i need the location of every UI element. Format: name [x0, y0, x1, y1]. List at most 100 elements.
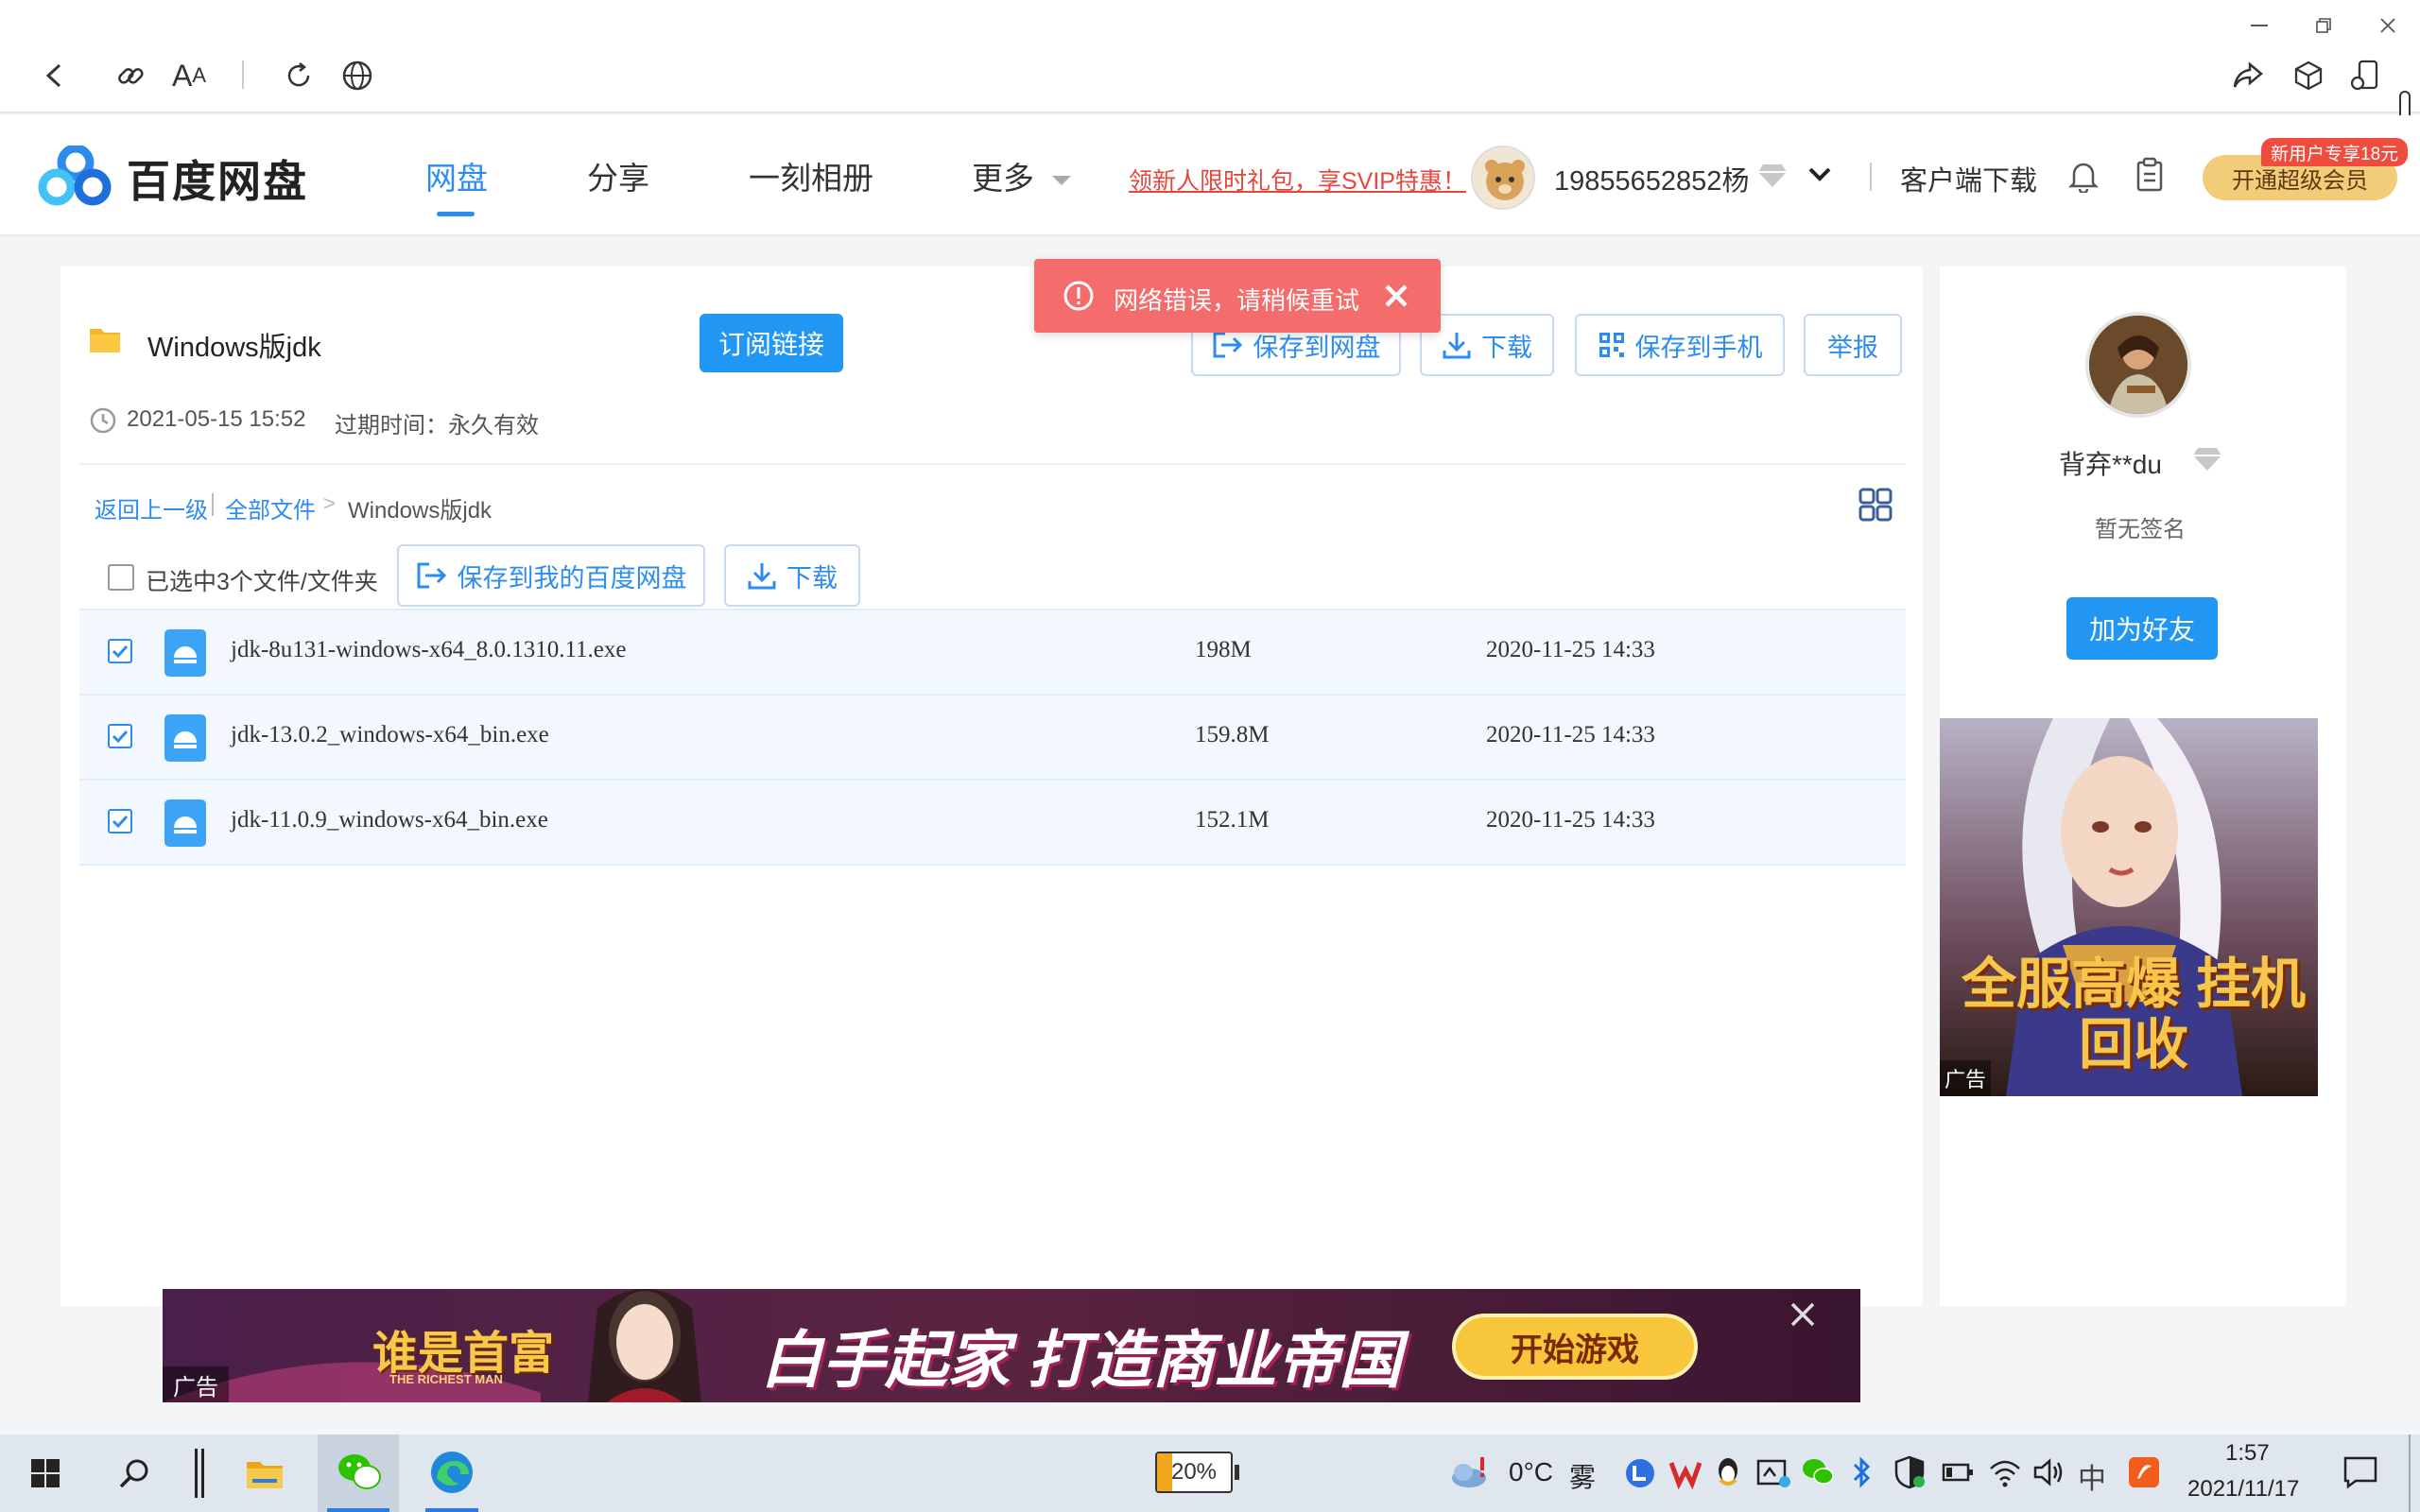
volume-icon[interactable]	[2032, 1457, 2065, 1487]
device-icon[interactable]	[2339, 49, 2392, 102]
close-icon[interactable]	[1384, 284, 1409, 308]
active-app-indicator	[327, 1508, 389, 1512]
user-avatar[interactable]	[1471, 146, 1535, 210]
search-icon[interactable]	[108, 1435, 161, 1512]
report-button[interactable]: 举报	[1804, 314, 1902, 376]
table-row[interactable]: jdk-11.0.9_windows-x64_bin.exe 152.1M 20…	[79, 781, 1906, 866]
clock-icon	[89, 406, 117, 435]
link-icon[interactable]	[104, 49, 157, 102]
refresh-icon[interactable]	[272, 49, 325, 102]
chevron-down-icon[interactable]	[1051, 174, 1072, 187]
weather-text[interactable]: 雾	[1569, 1457, 1596, 1495]
side-ad[interactable]: 全服高爆 挂机回收 广告	[1940, 718, 2318, 1096]
minimize-icon[interactable]	[2231, 2, 2288, 49]
cube-icon[interactable]	[2282, 49, 2335, 102]
save-to-my-pan-label: 保存到我的百度网盘	[457, 563, 687, 593]
browser-tray-icon[interactable]	[1624, 1457, 1656, 1489]
screen-tray-icon[interactable]	[1756, 1457, 1790, 1489]
share-created-time: 2021-05-15 15:52	[127, 406, 306, 432]
exe-file-icon	[164, 629, 206, 677]
download-icon	[748, 563, 776, 590]
table-row[interactable]: jdk-8u131-windows-x64_8.0.1310.11.exe 19…	[79, 610, 1906, 696]
globe-icon[interactable]	[331, 49, 384, 102]
ad-label: 广告	[1940, 1060, 1991, 1096]
temperature[interactable]: 0°C	[1509, 1457, 1553, 1487]
wechat-taskbar-button[interactable]	[318, 1435, 399, 1512]
banner-ad-label: 广告	[163, 1366, 229, 1402]
bluetooth-icon[interactable]	[1851, 1455, 1874, 1489]
file-explorer-icon[interactable]	[236, 1435, 293, 1512]
owner-avatar[interactable]	[2085, 312, 2191, 418]
banner-cta-button[interactable]: 开始游戏	[1452, 1314, 1698, 1380]
wechat-tray-icon[interactable]	[1802, 1457, 1834, 1487]
share-title: Windows版jdk	[147, 333, 321, 363]
font-size-icon[interactable]: AA	[163, 49, 216, 102]
wechat-icon	[337, 1452, 382, 1493]
username[interactable]: 19855652852杨	[1554, 159, 1749, 198]
logo-text[interactable]: 百度网盘	[127, 147, 308, 210]
start-icon[interactable]	[19, 1435, 72, 1512]
file-name[interactable]: jdk-8u131-windows-x64_8.0.1310.11.exe	[231, 637, 626, 663]
banner-ad[interactable]: 谁是首富 THE RICHEST MAN 白手起家 打造商业帝国 开始游戏 广告	[163, 1289, 1860, 1402]
browser-toolbar: AA	[0, 0, 2420, 185]
file-size: 159.8M	[1195, 722, 1270, 747]
bell-icon[interactable]	[2068, 159, 2099, 193]
breadcrumb-all-files[interactable]: 全部文件	[225, 491, 316, 524]
edge-icon	[429, 1450, 475, 1495]
battery-tray-icon[interactable]	[1942, 1461, 1974, 1484]
task-view-icon[interactable]	[185, 1435, 214, 1512]
client-download-link[interactable]: 客户端下载	[1900, 159, 2037, 198]
nav-active-indicator	[437, 212, 475, 216]
nav-tab-more[interactable]: 更多	[972, 153, 1034, 198]
save-to-my-pan-button[interactable]: 保存到我的百度网盘	[397, 544, 705, 607]
row-checkbox[interactable]	[108, 809, 132, 833]
row-checkbox[interactable]	[108, 639, 132, 663]
subscribe-button[interactable]: 订阅链接	[700, 314, 843, 372]
close-window-icon[interactable]	[2360, 2, 2416, 49]
back-icon[interactable]	[28, 49, 81, 102]
table-row[interactable]: jdk-13.0.2_windows-x64_bin.exe 159.8M 20…	[79, 696, 1906, 781]
app-tray-icon[interactable]	[2127, 1455, 2161, 1489]
qq-icon[interactable]	[1713, 1455, 1743, 1491]
restore-icon[interactable]	[2295, 2, 2352, 49]
banner-close-icon[interactable]	[1789, 1300, 1817, 1329]
save-to-phone-button[interactable]: 保存到手机	[1575, 314, 1785, 376]
wps-icon[interactable]	[1669, 1457, 1702, 1489]
toast-message: 网络错误，请稍候重试	[1114, 286, 1360, 315]
breadcrumb-back[interactable]: 返回上一级	[95, 491, 208, 524]
promo-link[interactable]: 领新人限时礼包，享SVIP特惠！	[1129, 163, 1466, 197]
clock-time[interactable]: 1:57	[2225, 1440, 2270, 1467]
clock-date[interactable]: 2021/11/17	[2187, 1476, 2299, 1503]
battery-indicator[interactable]: 20%	[1155, 1452, 1233, 1493]
share-icon[interactable]	[2221, 49, 2274, 102]
security-shield-icon[interactable]	[1894, 1455, 1925, 1489]
owner-signature: 暂无签名	[2095, 517, 2186, 542]
nav-tab-album[interactable]: 一刻相册	[749, 153, 873, 198]
owner-name: 背弃**du	[2059, 450, 2162, 479]
nav-tab-pan[interactable]: 网盘	[425, 153, 488, 198]
grid-view-icon[interactable]	[1858, 488, 1893, 522]
user-menu-chevron-icon[interactable]	[1807, 166, 1832, 183]
notification-icon[interactable]	[2342, 1455, 2378, 1489]
toolbar-download-button[interactable]: 下载	[724, 544, 860, 607]
exe-file-icon	[164, 714, 206, 762]
ime-indicator[interactable]: 中	[2078, 1455, 2106, 1497]
breadcrumb-chevron: >	[323, 491, 336, 515]
file-name[interactable]: jdk-11.0.9_windows-x64_bin.exe	[231, 807, 548, 833]
file-name[interactable]: jdk-13.0.2_windows-x64_bin.exe	[231, 722, 549, 748]
baidu-pan-logo-icon[interactable]	[38, 146, 113, 208]
vip-promo-badge: 新用户专享18元	[2261, 138, 2409, 166]
row-checkbox[interactable]	[108, 724, 132, 748]
selected-count: 已选中3个文件/文件夹	[146, 569, 378, 595]
share-expire: 过期时间：永久有效	[335, 413, 539, 438]
battery-tip	[1235, 1465, 1239, 1480]
divider	[79, 463, 1906, 465]
clipboard-icon[interactable]	[2135, 157, 2165, 193]
weather-icon[interactable]	[1448, 1455, 1490, 1489]
add-friend-button[interactable]: 加为好友	[2066, 597, 2218, 660]
show-desktop-button[interactable]	[2409, 1435, 2411, 1512]
wifi-icon[interactable]	[1989, 1457, 2021, 1487]
select-all-checkbox[interactable]	[108, 564, 134, 591]
edge-taskbar-button[interactable]	[416, 1435, 488, 1512]
nav-tab-share[interactable]: 分享	[587, 153, 649, 198]
